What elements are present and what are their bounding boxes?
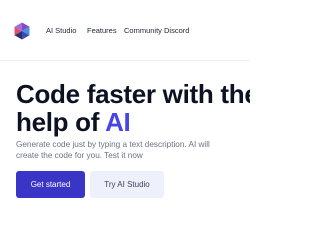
cube-logo-icon[interactable] [13,22,31,40]
navbar-divider [0,60,250,61]
hero-subtitle: Generate code just by typing a text desc… [16,139,244,161]
hero-subtitle-line-2: create the code for you. Test it now [16,151,143,160]
hero-headline-accent: AI [105,107,131,137]
try-ai-studio-button[interactable]: Try AI Studio [90,171,164,198]
nav-link-features[interactable]: Features [87,26,117,36]
hero-headline-line-2: help of AI [16,108,250,136]
nav-link-ai-studio[interactable]: AI Studio [46,26,76,36]
hero-subtitle-line-1: Generate code just by typing a text desc… [16,140,210,149]
get-started-button[interactable]: Get started [16,171,85,198]
hero-headline: Code faster with the help of AI [16,80,250,136]
nav-link-community-discord[interactable]: Community Discord [124,26,189,36]
hero-headline-prefix: help of [16,107,106,137]
landing-page: AI Studio Features Community Discord Cod… [0,0,250,250]
hero-headline-line-1: Code faster with the [16,79,250,109]
top-navbar: AI Studio Features Community Discord [0,0,250,60]
